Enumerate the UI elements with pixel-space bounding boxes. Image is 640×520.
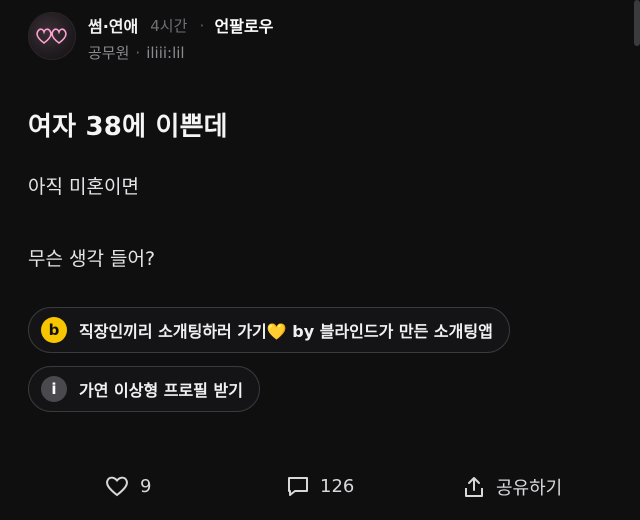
- separator: ·: [199, 15, 205, 35]
- promo-text: 직장인끼리 소개팅하러 가기💛 by 블라인드가 만든 소개팅앱: [79, 322, 493, 341]
- share-label: 공유하기: [496, 478, 563, 499]
- scrollbar[interactable]: [634, 0, 640, 46]
- comment-icon: [288, 477, 308, 496]
- comment-button[interactable]: 126: [286, 474, 354, 498]
- post-header: 썸·연애 4시간 · 언팔로우 공무원 · iliii:lil: [28, 12, 273, 63]
- promo-profile-link[interactable]: i 가연 이상형 프로필 받기: [28, 366, 260, 412]
- promo-dating-app-link[interactable]: b 직장인끼리 소개팅하러 가기💛 by 블라인드가 만든 소개팅앱: [28, 307, 510, 353]
- post-title: 여자 38에 이쁜데: [28, 112, 228, 142]
- comment-count: 126: [320, 475, 355, 497]
- company-name: 공무원: [88, 44, 130, 62]
- post-actions: 9 126 공유하기: [0, 474, 640, 504]
- separator: ·: [135, 43, 141, 62]
- post-body-line: 무슨 생각 들어?: [28, 248, 156, 270]
- heart-icon: [106, 476, 128, 497]
- like-button[interactable]: 9: [104, 474, 151, 498]
- post-body-line: 아직 미혼이면: [28, 176, 139, 198]
- blind-b-icon: b: [41, 317, 67, 343]
- username[interactable]: iliii:lil: [146, 44, 184, 62]
- board-avatar[interactable]: [28, 12, 76, 60]
- info-icon: i: [41, 376, 67, 402]
- share-button[interactable]: 공유하기: [462, 474, 562, 500]
- promo-text: 가연 이상형 프로필 받기: [79, 381, 243, 400]
- post-time: 4시간: [150, 16, 188, 35]
- board-name[interactable]: 썸·연애: [88, 13, 138, 37]
- hearts-icon: [36, 28, 67, 44]
- share-icon: [465, 477, 483, 497]
- like-count: 9: [140, 475, 152, 497]
- unfollow-button[interactable]: 언팔로우: [215, 13, 274, 37]
